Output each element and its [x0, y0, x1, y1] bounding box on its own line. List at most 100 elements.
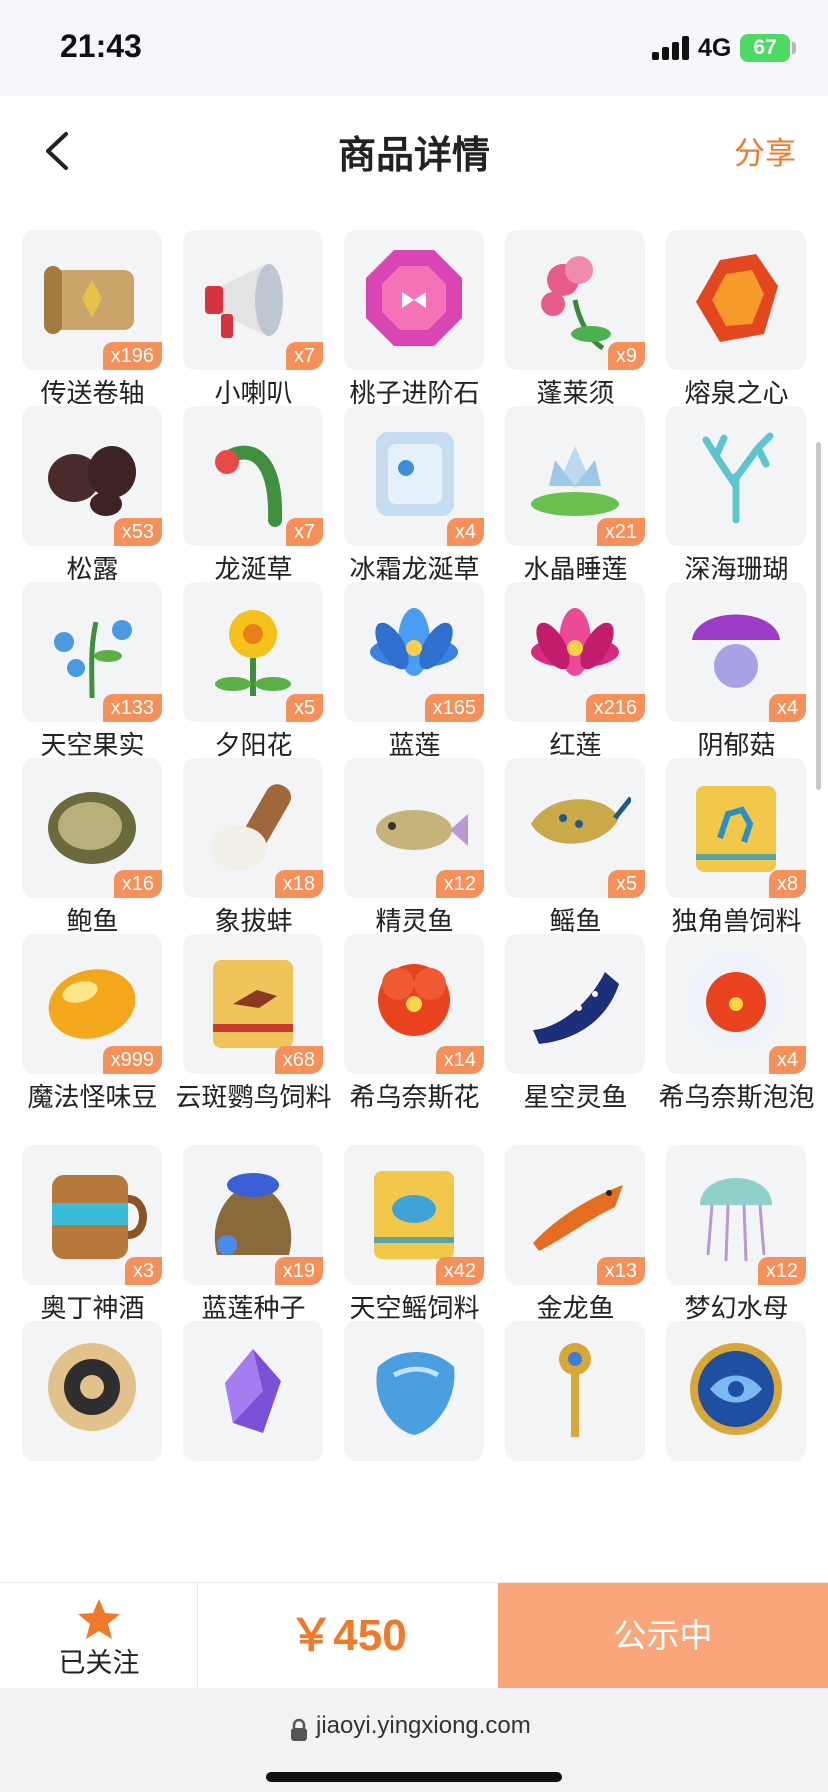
battery-tip: [792, 42, 796, 54]
signal-icon: [652, 36, 692, 60]
count-badge: x4: [768, 694, 806, 722]
item-thumbnail: [666, 230, 806, 370]
item-thumbnail: [666, 1321, 806, 1461]
bird-feed-icon: [213, 960, 293, 1048]
grid-item[interactable]: [344, 1321, 505, 1561]
hibiscus-icon: [378, 964, 450, 1036]
home-indicator: [266, 1772, 562, 1782]
share-button[interactable]: 分享: [734, 128, 796, 173]
item-thumbnail: [344, 1321, 484, 1461]
grid-item[interactable]: [666, 1321, 827, 1561]
count-badge: x21: [596, 518, 645, 546]
count-badge: x216: [585, 694, 645, 722]
item-name: 希乌奈斯花: [349, 1083, 480, 1113]
sun-vortex-icon: [48, 1343, 136, 1431]
count-badge: x196: [102, 342, 162, 370]
item-name: 星空灵鱼: [523, 1083, 628, 1113]
geoduck-icon: [211, 784, 291, 870]
count-badge: x4: [768, 1046, 806, 1074]
item-grid: x196 传送卷轴 x7 小喇叭 桃子进阶石 x9 蓬莱须 熔泉之心 x53 松露 x7 龙涎草 x4 冰…: [0, 230, 828, 1580]
blue-stone-icon: [376, 1352, 455, 1435]
browser-url-bar[interactable]: jiaoyi.yingxiong.com: [0, 1688, 828, 1792]
count-badge: x5: [607, 870, 645, 898]
megaphone-icon: [205, 264, 283, 338]
coral-icon: [702, 432, 774, 524]
grid-item[interactable]: [505, 1321, 666, 1561]
starry-fish-icon: [533, 972, 619, 1044]
item-thumbnail: x12: [666, 1145, 806, 1285]
lava-crystal-icon: [696, 254, 778, 342]
status-time: 21:43: [60, 28, 142, 64]
scroll-icon: [44, 266, 134, 334]
count-badge: x12: [757, 1257, 806, 1285]
stingray-icon: [531, 796, 631, 844]
scrollbar[interactable]: [816, 442, 821, 790]
item-thumbnail: x16: [22, 758, 162, 898]
price: ￥450: [289, 1611, 407, 1660]
grid-item[interactable]: 星空灵鱼: [505, 934, 666, 1174]
item-thumbnail: x21: [505, 406, 645, 546]
item-thumbnail: x999: [22, 934, 162, 1074]
count-badge: x999: [102, 1046, 162, 1074]
item-thumbnail: x19: [183, 1145, 323, 1285]
arowana-icon: [533, 1185, 623, 1251]
count-badge: x8: [768, 870, 806, 898]
nav-bar: 商品详情 分享: [0, 96, 828, 206]
ice-cube-icon: [376, 432, 454, 516]
mushroom-icon: [692, 614, 780, 688]
item-thumbnail: x8: [666, 758, 806, 898]
golden-bean-icon: [48, 969, 136, 1039]
item-thumbnail: x7: [183, 230, 323, 370]
eye-coin-icon: [690, 1343, 782, 1435]
count-badge: x4: [446, 518, 484, 546]
item-thumbnail: x9: [505, 230, 645, 370]
item-thumbnail: x18: [183, 758, 323, 898]
count-badge: x53: [113, 518, 162, 546]
item-thumbnail: [666, 406, 806, 546]
grid-item[interactable]: [183, 1321, 344, 1561]
url-text: jiaoyi.yingxiong.com: [316, 1712, 531, 1739]
mead-barrel-icon: [52, 1175, 147, 1259]
star-icon: [78, 1599, 120, 1639]
item-thumbnail: x4: [666, 934, 806, 1074]
hibiscus-bubble-icon: [688, 952, 784, 1048]
golden-key-icon: [559, 1343, 591, 1437]
item-thumbnail: x5: [505, 758, 645, 898]
grid-item[interactable]: [22, 1321, 183, 1561]
item-thumbnail: x4: [344, 406, 484, 546]
count-badge: x14: [435, 1046, 484, 1074]
jellyfish-icon: [700, 1178, 772, 1262]
lock-icon: [291, 1718, 307, 1741]
berry-plant-icon: [54, 620, 132, 699]
water-lily-icon: [531, 446, 619, 516]
grid-item[interactable]: x14 希乌奈斯花: [344, 934, 505, 1174]
count-badge: x165: [424, 694, 484, 722]
item-thumbnail: x4: [666, 582, 806, 722]
status-button[interactable]: 公示中: [498, 1583, 828, 1689]
item-thumbnail: x68: [183, 934, 323, 1074]
flower-icon: [541, 256, 611, 351]
item-thumbnail: x42: [344, 1145, 484, 1285]
count-badge: x42: [435, 1257, 484, 1285]
count-badge: x3: [124, 1257, 162, 1285]
blue-lotus-icon: [370, 608, 458, 676]
item-thumbnail: [505, 1321, 645, 1461]
grid-item[interactable]: x999 魔法怪味豆: [22, 934, 183, 1174]
count-badge: x133: [102, 694, 162, 722]
grid-item[interactable]: x4 希乌奈斯泡泡: [658, 934, 827, 1174]
grid-item[interactable]: x68 云斑鹦鸟饲料: [175, 934, 344, 1174]
ray-feed-icon: [374, 1171, 454, 1259]
item-thumbnail: x14: [344, 934, 484, 1074]
truffle-icon: [48, 446, 136, 516]
count-badge: x5: [285, 694, 323, 722]
bottom-action-bar: 已关注 ￥450 公示中: [0, 1582, 828, 1689]
item-thumbnail: x133: [22, 582, 162, 722]
abalone-icon: [48, 792, 136, 864]
count-badge: x7: [285, 342, 323, 370]
count-badge: x16: [113, 870, 162, 898]
follow-button[interactable]: 已关注: [0, 1583, 198, 1689]
red-lotus-icon: [531, 608, 619, 676]
sunset-flower-icon: [215, 610, 291, 696]
feed-bag-icon: [696, 786, 776, 872]
item-thumbnail: [505, 934, 645, 1074]
